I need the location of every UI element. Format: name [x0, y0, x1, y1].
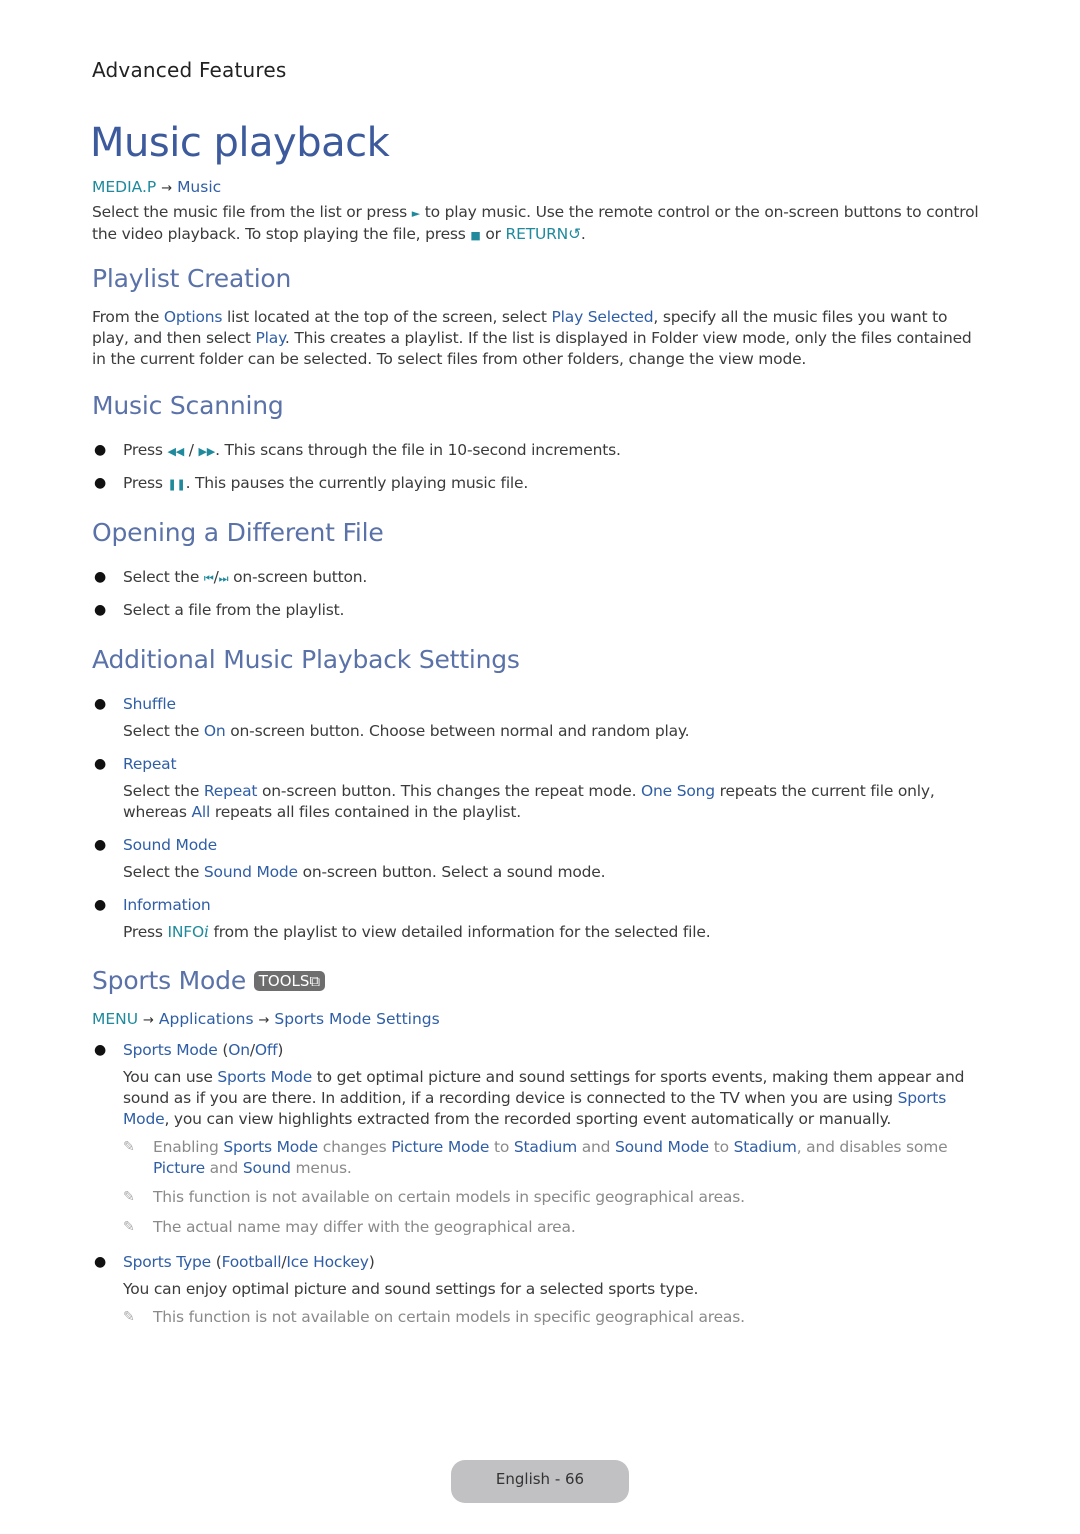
path-applications[interactable]: Applications: [159, 1010, 254, 1028]
page-title: Music playback: [90, 120, 390, 166]
arrow-icon: →: [161, 181, 173, 196]
path-menu[interactable]: MENU: [92, 1010, 138, 1028]
path-music[interactable]: Music: [177, 178, 221, 196]
bullet-icon: ●: [94, 696, 107, 712]
bullet-icon: ●: [94, 756, 107, 772]
fast-forward-icon: ▶▶: [198, 445, 216, 458]
path-media[interactable]: MEDIA.P: [92, 178, 156, 196]
pencil-icon: ✎: [123, 1139, 135, 1155]
information-description: Press INFOi from the playlist to view de…: [123, 923, 711, 941]
shuffle-label: Shuffle: [123, 695, 176, 713]
intro-paragraph: Select the music file from the list or p…: [92, 203, 979, 243]
bullet-icon: ●: [94, 602, 107, 618]
heading-music-scanning: Music Scanning: [92, 391, 284, 420]
information-label: Information: [123, 896, 211, 914]
arrow-icon: →: [258, 1013, 270, 1028]
page-number-badge: English - 66: [451, 1460, 629, 1503]
rewind-icon: ◀◀: [167, 445, 185, 458]
playlist-paragraph: From the Options list located at the top…: [92, 308, 972, 368]
bullet-icon: ●: [94, 569, 107, 585]
pause-icon: ❚❚: [167, 478, 186, 491]
path-sports-mode-settings[interactable]: Sports Mode Settings: [274, 1010, 439, 1028]
pencil-icon: ✎: [123, 1189, 135, 1205]
bullet-icon: ●: [94, 1042, 107, 1058]
heading-opening-file: Opening a Different File: [92, 518, 384, 547]
previous-icon: ⏮: [203, 572, 214, 585]
bullet-icon: ●: [94, 475, 107, 491]
heading-playlist-creation: Playlist Creation: [92, 264, 292, 293]
bullet-icon: ●: [94, 1254, 107, 1270]
sound-mode-label: Sound Mode: [123, 836, 217, 854]
repeat-description: Select the Repeat on-screen button. This…: [123, 782, 935, 821]
heading-sports-mode: Sports Mode TOOLS⧉: [92, 966, 326, 995]
bullet-icon: ●: [94, 442, 107, 458]
heading-additional-settings: Additional Music Playback Settings: [92, 645, 520, 674]
tools-badge: TOOLS⧉: [253, 971, 326, 991]
tools-icon: ⧉: [309, 972, 321, 990]
repeat-label: Repeat: [123, 755, 177, 773]
shuffle-description: Select the On on-screen button. Choose b…: [123, 722, 690, 740]
arrow-icon: →: [143, 1013, 154, 1028]
return-icon: ↺: [568, 225, 581, 243]
sports-type-description: You can enjoy optimal picture and sound …: [123, 1280, 699, 1298]
sports-menu-path: MENU → Applications → Sports Mode Settin…: [92, 1010, 440, 1028]
pencil-icon: ✎: [123, 1309, 135, 1325]
stop-icon: ■: [470, 229, 481, 242]
sports-mode-description: You can use Sports Mode to get optimal p…: [123, 1068, 965, 1128]
bullet-icon: ●: [94, 897, 107, 913]
menu-path: MEDIA.P → Music: [92, 178, 221, 196]
sound-mode-description: Select the Sound Mode on-screen button. …: [123, 863, 606, 881]
return-key: RETURN: [505, 225, 569, 243]
chapter-title: Advanced Features: [92, 58, 287, 82]
pencil-icon: ✎: [123, 1219, 135, 1235]
bullet-icon: ●: [94, 837, 107, 853]
next-icon: ⏭: [218, 572, 229, 585]
play-icon: ►: [411, 207, 420, 220]
